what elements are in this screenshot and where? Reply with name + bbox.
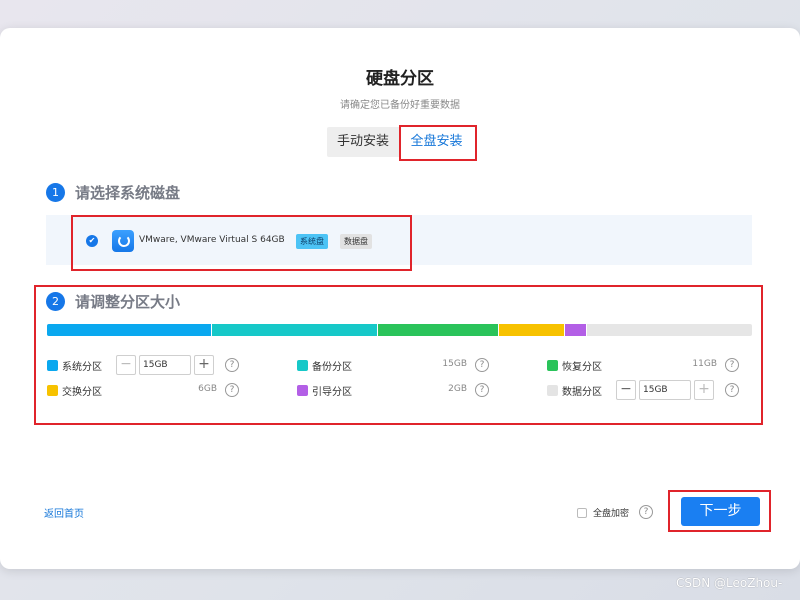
- swatch-recovery: [547, 359, 558, 371]
- system-size-stepper: − 15GB +: [116, 355, 214, 375]
- step1-header: 1 请选择系统磁盘: [46, 182, 180, 203]
- help-icon[interactable]: ?: [639, 505, 653, 519]
- partition-bar-segment: [377, 324, 499, 336]
- swatch-swap: [47, 384, 58, 396]
- help-icon[interactable]: ?: [475, 358, 489, 372]
- system-size-input[interactable]: 15GB: [139, 355, 191, 375]
- encrypt-label: 全盘加密: [593, 509, 630, 519]
- tab-manual-install[interactable]: 手动安装: [327, 127, 399, 157]
- step2-header: 2 请调整分区大小: [46, 291, 180, 312]
- help-icon[interactable]: ?: [225, 358, 239, 372]
- partition-size: 11GB: [692, 359, 717, 369]
- swatch-data: [547, 384, 558, 396]
- partition-backup: 备份分区: [297, 355, 362, 375]
- partition-bar-segment: [564, 324, 587, 336]
- full-disk-encrypt-option: 全盘加密: [577, 506, 629, 519]
- partition-system: 系统分区: [47, 355, 112, 375]
- data-size-input[interactable]: 15GB: [639, 380, 691, 400]
- disk-drive-icon: [112, 230, 134, 252]
- partition-boot: 引导分区: [297, 380, 362, 400]
- partition-size: 2GB: [448, 384, 467, 394]
- help-icon[interactable]: ?: [725, 383, 739, 397]
- partition-dialog: 硬盘分区 请确定您已备份好重要数据 手动安装 全盘安装 1 请选择系统磁盘 ✔ …: [0, 28, 800, 569]
- help-icon[interactable]: ?: [225, 383, 239, 397]
- swatch-boot: [297, 384, 308, 396]
- disk-selected-check-icon[interactable]: ✔: [86, 235, 98, 247]
- install-mode-tabs: 手动安装 全盘安装: [327, 127, 474, 157]
- step1-title: 请选择系统磁盘: [75, 184, 181, 202]
- next-step-button[interactable]: 下一步: [681, 497, 760, 526]
- partition-label: 数据分区: [562, 386, 602, 398]
- step2-number-badge: 2: [46, 292, 65, 311]
- partition-usage-bar: [47, 324, 752, 336]
- system-increment-button[interactable]: +: [194, 355, 214, 375]
- partition-label: 恢复分区: [562, 361, 602, 373]
- page-title: 硬盘分区: [366, 69, 434, 89]
- step1-number-badge: 1: [46, 183, 65, 202]
- watermark-text: CSDN @LeoZhou-: [676, 576, 783, 590]
- partition-label: 交换分区: [62, 386, 102, 398]
- data-size-stepper: − 15GB +: [616, 380, 714, 400]
- partition-bar-segment: [47, 324, 213, 336]
- partition-recovery: 恢复分区: [547, 355, 612, 375]
- system-decrement-button[interactable]: −: [116, 355, 136, 375]
- partition-bar-segment: [498, 324, 565, 336]
- swatch-backup: [297, 359, 308, 371]
- disk-list: ✔ VMware, VMware Virtual S 64GB 系统盘 数据盘: [46, 215, 752, 265]
- help-icon[interactable]: ?: [725, 358, 739, 372]
- encrypt-checkbox[interactable]: [577, 507, 587, 518]
- partition-data: 数据分区: [547, 380, 612, 400]
- step2-title: 请调整分区大小: [75, 293, 181, 311]
- partition-label: 备份分区: [312, 361, 352, 373]
- partition-swap: 交换分区: [47, 380, 112, 400]
- partition-size: 15GB: [442, 359, 467, 369]
- tab-full-disk-install[interactable]: 全盘安装: [399, 127, 474, 157]
- partition-size: 6GB: [198, 384, 217, 394]
- help-icon[interactable]: ?: [475, 383, 489, 397]
- tag-data-disk: 数据盘: [340, 234, 372, 249]
- data-decrement-button[interactable]: −: [616, 380, 636, 400]
- swatch-system: [47, 359, 58, 371]
- data-increment-button[interactable]: +: [694, 380, 714, 400]
- partition-bar-segment: [212, 324, 378, 336]
- disk-name: VMware, VMware Virtual S 64GB: [139, 235, 285, 245]
- tag-system-disk: 系统盘: [296, 234, 328, 249]
- page-subtitle: 请确定您已备份好重要数据: [340, 100, 460, 111]
- partition-label: 引导分区: [312, 386, 352, 398]
- partition-label: 系统分区: [62, 361, 102, 373]
- back-home-link[interactable]: 返回首页: [44, 505, 84, 520]
